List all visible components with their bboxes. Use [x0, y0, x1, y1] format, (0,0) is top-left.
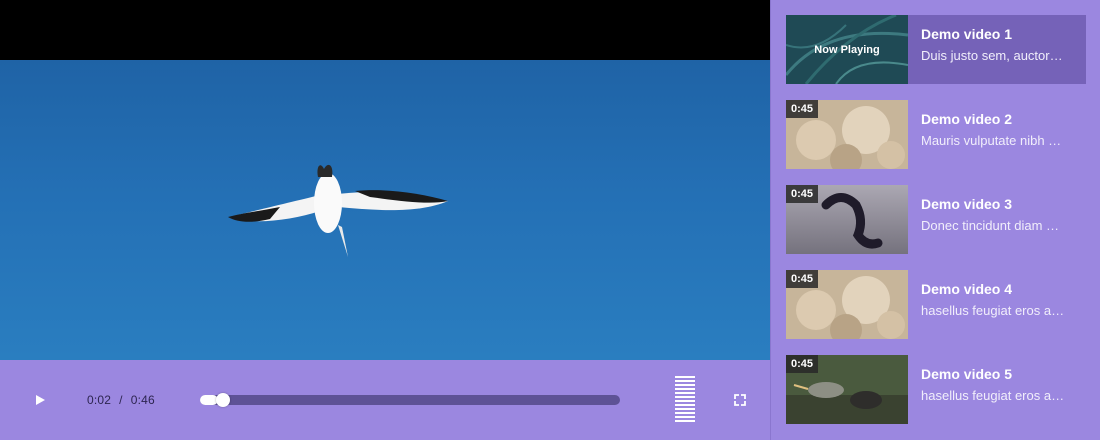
- video-description: Duis justo sem, auctor…: [921, 48, 1063, 63]
- seek-bar[interactable]: [200, 393, 620, 407]
- seabird-image: [228, 164, 448, 257]
- time-separator: /: [119, 393, 123, 407]
- video-description: hasellus feugiat eros a…: [921, 303, 1065, 318]
- duration-badge: 0:45: [786, 270, 819, 288]
- play-button[interactable]: [28, 388, 52, 412]
- fullscreen-icon: [734, 394, 746, 406]
- video-thumbnail: Now Playing: [786, 15, 908, 84]
- time-display: 0:02 / 0:46: [87, 393, 155, 407]
- video-description: hasellus feugiat eros a…: [921, 388, 1065, 403]
- fullscreen-button[interactable]: [730, 390, 750, 410]
- play-icon: [36, 395, 45, 405]
- video-title: Demo video 3: [921, 196, 1013, 212]
- video-thumbnail: 0:45: [786, 100, 908, 169]
- playlist-item[interactable]: 0:45 Demo video 5 hasellus feugiat eros …: [786, 355, 1086, 424]
- video-title: Demo video 2: [921, 111, 1013, 127]
- seek-handle[interactable]: [216, 393, 230, 407]
- player-controls: 0:02 / 0:46: [0, 360, 770, 440]
- total-duration: 0:46: [130, 393, 155, 407]
- current-time: 0:02: [87, 393, 112, 407]
- video-description: Donec tincidunt diam …: [921, 218, 1060, 233]
- video-thumbnail: 0:45: [786, 185, 908, 254]
- video-title: Demo video 5: [921, 366, 1013, 382]
- now-playing-label: Now Playing: [814, 43, 880, 56]
- playlist-item[interactable]: 0:45 Demo video 3 Donec tincidunt diam …: [786, 185, 1086, 254]
- seek-track: [200, 395, 620, 405]
- duration-badge: 0:45: [786, 100, 819, 118]
- video-title: Demo video 4: [921, 281, 1013, 297]
- playlist-item[interactable]: 0:45 Demo video 4 hasellus feugiat eros …: [786, 270, 1086, 339]
- video-thumbnail: 0:45: [786, 270, 908, 339]
- video-description: Mauris vulputate nibh …: [921, 133, 1062, 148]
- playlist-item[interactable]: Now Playing Demo video 1 Duis justo sem,…: [786, 15, 1086, 84]
- playlist-item[interactable]: 0:45 Demo video 2 Mauris vulputate nibh …: [786, 100, 1086, 169]
- volume-slider[interactable]: [675, 376, 695, 424]
- video-player: 0:02 / 0:46: [0, 0, 770, 440]
- duration-badge: 0:45: [786, 355, 819, 373]
- video-thumbnail: 0:45: [786, 355, 908, 424]
- duration-badge: 0:45: [786, 185, 819, 203]
- video-title: Demo video 1: [921, 26, 1013, 42]
- video-frame[interactable]: [0, 60, 770, 360]
- playlist-sidebar: Now Playing Demo video 1 Duis justo sem,…: [770, 0, 1100, 440]
